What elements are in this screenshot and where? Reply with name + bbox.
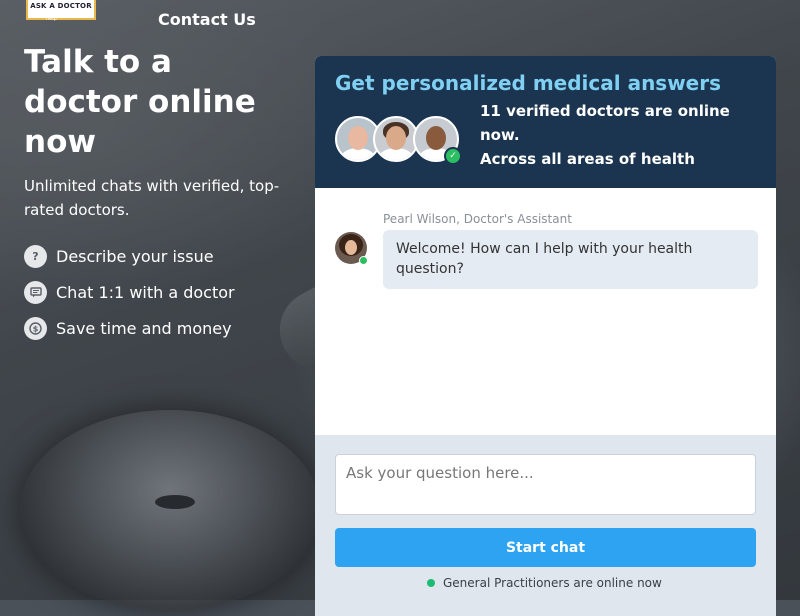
contact-us-link[interactable]: Contact Us <box>158 10 256 29</box>
svg-text:$: $ <box>33 324 39 333</box>
feature-label: Describe your issue <box>56 246 214 266</box>
feature-item: Chat 1:1 with a doctor <box>24 274 235 310</box>
online-count-line: 11 verified doctors are online now. <box>480 102 730 144</box>
feature-label: Save time and money <box>56 318 232 338</box>
question-input[interactable] <box>335 454 756 515</box>
chat-icon <box>24 280 47 304</box>
online-dot-icon <box>427 579 435 587</box>
areas-line: Across all areas of health <box>480 150 695 168</box>
chat-messages: Pearl Wilson, Doctor's Assistant Welcome… <box>315 188 776 435</box>
feature-item: ? Describe your issue <box>24 238 235 274</box>
status-text: General Practitioners are online now <box>443 576 662 590</box>
chat-card: Get personalized medical answers ✓ 11 ve… <box>315 56 776 616</box>
feature-label: Chat 1:1 with a doctor <box>56 282 235 302</box>
logo-subtext: help <box>46 16 57 22</box>
hero-title: Talk to a doctor online now <box>24 44 256 160</box>
feature-list: ? Describe your issue Chat 1:1 with a do… <box>24 238 235 346</box>
verified-check-icon: ✓ <box>444 147 462 165</box>
online-doctors-text: 11 verified doctors are online now. Acro… <box>480 99 765 171</box>
card-title: Get personalized medical answers <box>335 71 722 95</box>
online-status: General Practitioners are online now <box>427 576 662 590</box>
logo-text: ASK A DOCTOR <box>30 2 92 10</box>
logo[interactable]: ASK A DOCTOR <box>26 0 96 20</box>
feature-item: $ Save time and money <box>24 310 235 346</box>
hero-subtitle: Unlimited chats with verified, top-rated… <box>24 177 280 219</box>
question-icon: ? <box>24 244 47 268</box>
dollar-icon: $ <box>24 316 47 340</box>
start-chat-button[interactable]: Start chat <box>335 528 756 567</box>
input-area: Start chat General Practitioners are onl… <box>315 435 776 616</box>
card-header: Get personalized medical answers ✓ 11 ve… <box>315 56 776 188</box>
sender-name: Pearl Wilson, Doctor's Assistant <box>383 212 572 226</box>
doctor-avatars: ✓ <box>335 116 463 165</box>
online-status-dot <box>359 256 368 265</box>
message-bubble: Welcome! How can I help with your health… <box>383 230 758 289</box>
